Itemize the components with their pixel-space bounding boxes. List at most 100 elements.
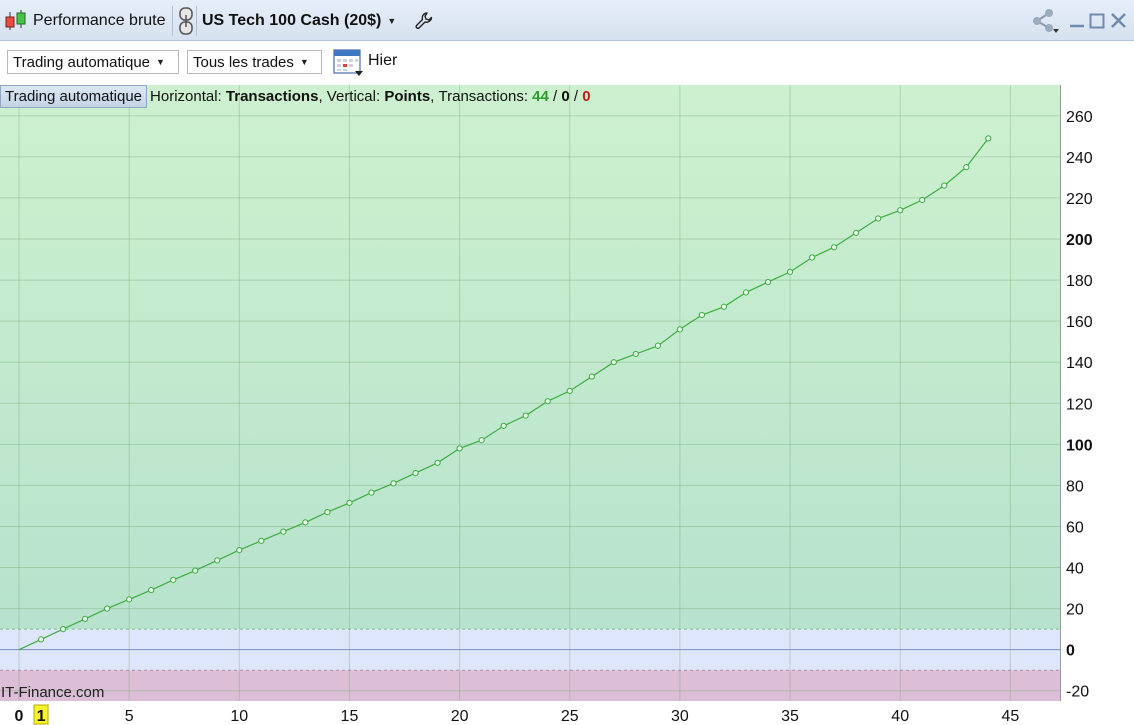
data-point [280,528,287,535]
chevron-down-icon: ▼ [299,57,309,67]
data-point [676,326,684,333]
transactions-label: Transactions: [438,88,528,105]
data-point [786,268,794,275]
data-point [919,196,926,204]
app-window: Performance brute US Tech 100 Cash (20$)… [0,0,1134,725]
data-point [59,626,67,633]
data-point [500,422,507,429]
x-tick-label: 35 [781,708,799,725]
data-point [897,207,904,214]
data-point [126,596,133,603]
data-point [104,605,111,612]
data-point [742,289,750,296]
x-tick-label: 20 [451,708,469,725]
data-point [368,489,375,496]
y-tick-label: 100 [1066,437,1093,454]
minimize-icon[interactable] [1069,0,1085,41]
y-tick-label: -20 [1066,684,1089,701]
y-tick-label: 220 [1066,191,1093,208]
transactions-losing: 0 [582,88,591,105]
y-tick-label: 80 [1066,478,1084,495]
data-point [390,480,397,487]
y-tick-label: 140 [1066,355,1093,372]
vertical-value: Points [384,88,431,105]
candlestick-icon [3,0,29,41]
data-point [214,557,221,564]
share-icon[interactable] [1031,0,1061,41]
chevron-down-icon: ▼ [156,57,165,67]
title-separator [196,6,197,36]
data-point [963,164,970,171]
mode-dropdown[interactable]: Trading automatique ▼ [7,50,179,74]
horizontal-label: Horizontal: [150,88,222,105]
y-tick-label: 180 [1066,273,1093,290]
link-icon[interactable] [177,0,195,41]
data-point [566,387,573,395]
trades-dropdown-label: Tous les trades [193,53,294,71]
data-point [412,469,419,477]
y-tick-label: 60 [1066,519,1084,536]
data-point [985,135,992,142]
data-point [236,546,243,554]
title-bar: Performance brute US Tech 100 Cash (20$)… [0,0,1134,41]
data-point [941,182,948,189]
equity-chart: -20 0 20 40 60 80 100 120 140 160 180 200 220 240 260 … [0,85,1134,725]
equity-chart-svg: -20020406080100120140160180200220240260 … [0,85,1134,725]
y-tick-label: 20 [1066,602,1084,619]
data-point [192,567,199,574]
data-point [875,215,882,222]
horizontal-value: Transactions [225,88,319,105]
y-tick-label: 40 [1066,561,1084,578]
loss-zone [0,670,1060,701]
data-point [632,350,639,358]
calendar-icon[interactable] [333,47,365,81]
x-tick-label: 5 [125,708,134,725]
y-tick-label: 160 [1066,314,1093,331]
data-point [37,636,45,643]
data-point [81,615,89,622]
data-point [148,587,155,594]
transactions-separator: / [573,88,579,105]
data-point [610,359,617,366]
data-point [544,398,551,405]
period-label[interactable]: Hier [368,52,397,70]
data-point [258,537,265,544]
x-tick-label: 0 [15,708,24,725]
instrument-name: US Tech 100 Cash (20$) [202,11,382,29]
data-point [853,229,860,236]
mode-button[interactable]: Trading automatique [0,85,148,108]
chart-info-bar: Trading automatique Horizontal: Transact… [0,85,591,108]
data-point [456,445,463,452]
data-point [831,244,838,251]
y-tick-label: 200 [1066,232,1093,249]
x-tick-label: 40 [891,708,909,725]
window-title: Performance brute [33,11,166,29]
x-tick-label: 15 [341,708,359,725]
maximize-icon[interactable] [1089,0,1105,41]
data-point [720,303,728,310]
data-point [698,311,706,319]
watermark: IT-Finance.com [1,684,105,701]
close-icon[interactable] [1110,0,1127,41]
x-tick-label: 10 [230,708,248,725]
data-point [588,373,595,380]
data-point [346,499,353,506]
x-tick-label: 45 [1001,708,1019,725]
y-tick-label: 0 [1066,643,1075,660]
transactions-separator: / [553,88,558,105]
profit-zone [0,85,1060,630]
instrument-selector[interactable]: US Tech 100 Cash (20$) ▼ [202,0,396,41]
data-point [522,412,529,419]
trades-dropdown[interactable]: Tous les trades ▼ [187,50,322,74]
mode-dropdown-label: Trading automatique [13,53,151,71]
chevron-down-icon: ▼ [387,15,397,26]
data-point [170,576,177,583]
x-tick-label: 25 [561,708,579,725]
data-point [764,279,772,286]
wrench-icon[interactable] [414,0,434,41]
transactions-total: 44 [532,88,549,105]
vertical-label: Vertical: [326,88,381,105]
data-point [434,459,441,466]
data-point [808,254,816,261]
y-tick-label: 120 [1066,396,1093,413]
